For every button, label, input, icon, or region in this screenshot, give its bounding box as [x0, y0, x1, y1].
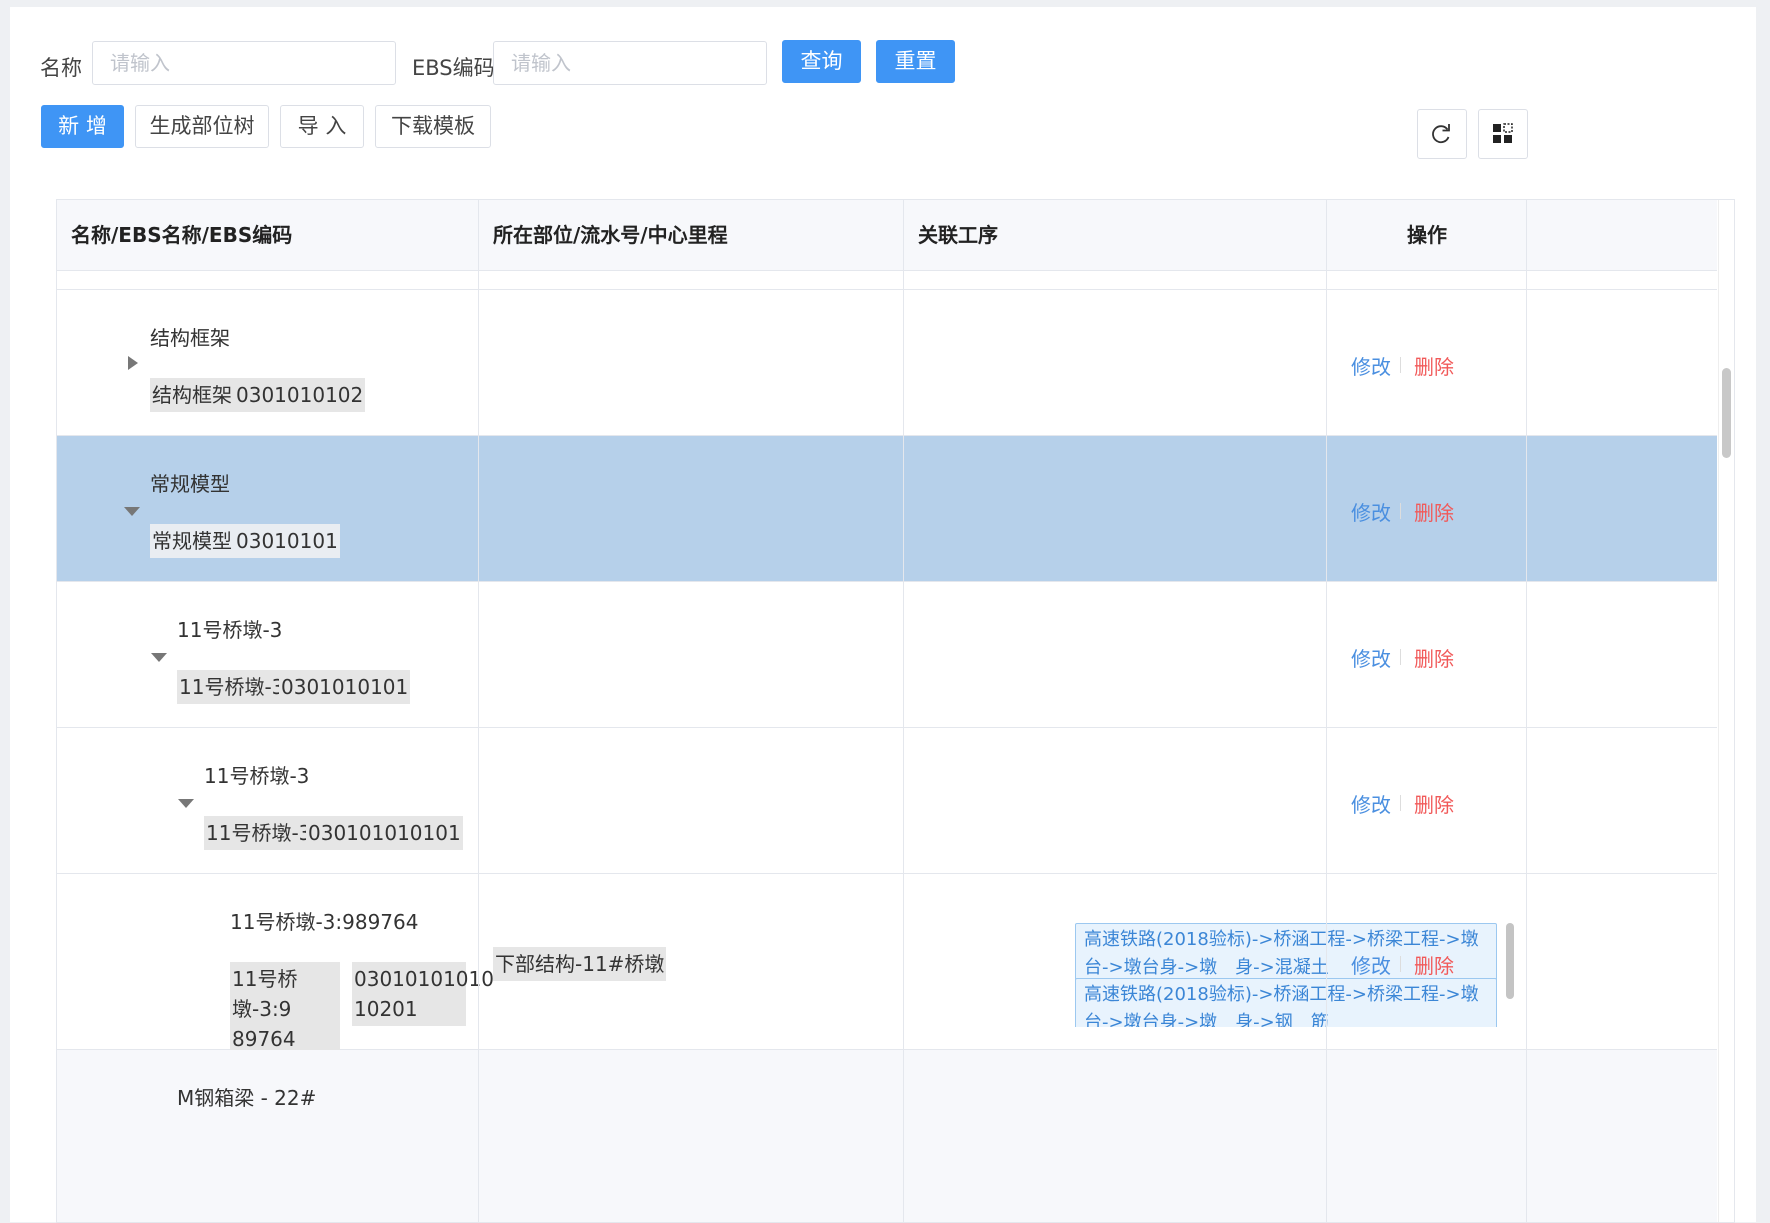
edit-link[interactable]: 修改: [1351, 643, 1391, 672]
row-ebs-name-line: 11号桥墩-3:9: [232, 967, 298, 1021]
table-row[interactable]: 11号桥墩-3 11号桥墩-3 030101010101 修改 删除: [57, 728, 1717, 874]
row-ebs-code: 03010101: [234, 524, 340, 558]
ebs-code-input[interactable]: [493, 41, 767, 85]
row-name: 11号桥墩-3:989764: [230, 910, 419, 934]
ebs-tree-table: 名称/EBS名称/EBS编码 所在部位/流水号/中心里程 关联工序 操作 结构框…: [56, 199, 1735, 1223]
delete-link[interactable]: 删除: [1414, 643, 1454, 672]
row-ebs-code-line: 10201: [354, 997, 418, 1021]
row-name: 11号桥墩-3: [204, 764, 310, 788]
column-header-name: 名称/EBS名称/EBS编码: [71, 223, 293, 247]
column-header-actions: 操作: [1407, 223, 1447, 247]
row-ebs-code: 0301010101: [279, 670, 411, 704]
column-header-location: 所在部位/流水号/中心里程: [493, 223, 728, 247]
row-ebs-code: 030101010101: [306, 816, 463, 850]
delete-link[interactable]: 删除: [1414, 950, 1454, 979]
process-list-scrollbar[interactable]: [1506, 923, 1514, 999]
table-row[interactable]: 11号桥墩-3:989764 11号桥墩-3:9 89764 030101010…: [57, 874, 1717, 1056]
row-ebs-name: 11号桥墩-3: [204, 816, 314, 850]
row-ebs-name: 常规模型: [150, 524, 234, 558]
table-row[interactable]: M钢箱梁 - 22#: [57, 1050, 1717, 1222]
reset-button[interactable]: 重置: [876, 40, 955, 83]
add-button[interactable]: 新 增: [41, 105, 124, 148]
row-ebs-code: 03010101010 10201: [352, 962, 494, 1026]
collapse-arrow-icon[interactable]: [124, 507, 140, 516]
table-header: 名称/EBS名称/EBS编码 所在部位/流水号/中心里程 关联工序 操作: [57, 200, 1717, 271]
action-divider: [1400, 795, 1401, 811]
name-input[interactable]: [92, 41, 396, 85]
page-card: 名称 EBS编码 查询 重置 新 增 生成部位树 导 入 下载模板 名称/EBS…: [10, 7, 1756, 1223]
row-location: 下部结构-11#桥墩: [493, 947, 667, 981]
table-row: [57, 271, 1717, 290]
action-divider: [1400, 649, 1401, 665]
column-settings-button[interactable]: [1478, 109, 1528, 159]
table-row-selected[interactable]: 常规模型 常规模型 03010101 修改 删除: [57, 436, 1717, 582]
process-line: 高速铁路(2018验标)->桥涵工程->桥梁工程->墩: [1084, 984, 1479, 1005]
delete-link[interactable]: 删除: [1414, 789, 1454, 818]
delete-link[interactable]: 删除: [1414, 351, 1454, 380]
download-template-button[interactable]: 下载模板: [375, 105, 491, 148]
delete-link[interactable]: 删除: [1414, 497, 1454, 526]
refresh-button[interactable]: [1417, 109, 1467, 159]
refresh-icon: [1432, 124, 1450, 144]
column-divider: [1526, 200, 1527, 1222]
row-name: M钢箱梁 - 22#: [177, 1086, 317, 1110]
table-vertical-scrollbar[interactable]: [1718, 200, 1733, 1222]
row-ebs-name: 11号桥墩-3: [177, 670, 287, 704]
row-ebs-code: 0301010102: [234, 378, 366, 412]
scrollbar-thumb[interactable]: [1722, 368, 1731, 458]
process-line: 台->墩台身->墩 身->钢 筋: [1084, 1012, 1329, 1027]
expand-arrow-icon[interactable]: [128, 356, 138, 370]
table-row[interactable]: 11号桥墩-3 11号桥墩-3 0301010101 修改 删除: [57, 582, 1717, 728]
action-divider: [1400, 956, 1401, 972]
name-label: 名称: [40, 56, 82, 80]
edit-link[interactable]: 修改: [1351, 950, 1391, 979]
action-divider: [1400, 503, 1401, 519]
row-ebs-name: 11号桥墩-3:9 89764: [230, 962, 340, 1056]
row-name: 结构框架: [150, 326, 230, 350]
column-header-processes: 关联工序: [918, 223, 998, 247]
edit-link[interactable]: 修改: [1351, 497, 1391, 526]
column-divider: [478, 200, 479, 1222]
collapse-arrow-icon[interactable]: [151, 653, 167, 662]
ebs-code-label: EBS编码: [412, 56, 495, 80]
process-item[interactable]: 高速铁路(2018验标)->桥涵工程->桥梁工程->墩 台->墩台身->墩 身-…: [1075, 978, 1497, 1027]
row-ebs-name: 结构框架: [150, 378, 234, 412]
grid-icon: [1493, 123, 1513, 143]
collapse-arrow-icon[interactable]: [178, 799, 194, 808]
table-row[interactable]: 结构框架 结构框架 0301010102 修改 删除: [57, 290, 1717, 436]
row-name: 常规模型: [150, 472, 230, 496]
column-divider: [903, 200, 904, 1222]
import-button[interactable]: 导 入: [280, 105, 364, 148]
query-button[interactable]: 查询: [782, 40, 861, 83]
edit-link[interactable]: 修改: [1351, 789, 1391, 818]
action-divider: [1400, 357, 1401, 373]
row-name: 11号桥墩-3: [177, 618, 283, 642]
row-ebs-code-line: 03010101010: [354, 967, 494, 991]
generate-tree-button[interactable]: 生成部位树: [135, 105, 269, 148]
edit-link[interactable]: 修改: [1351, 351, 1391, 380]
column-divider: [1326, 200, 1327, 1222]
